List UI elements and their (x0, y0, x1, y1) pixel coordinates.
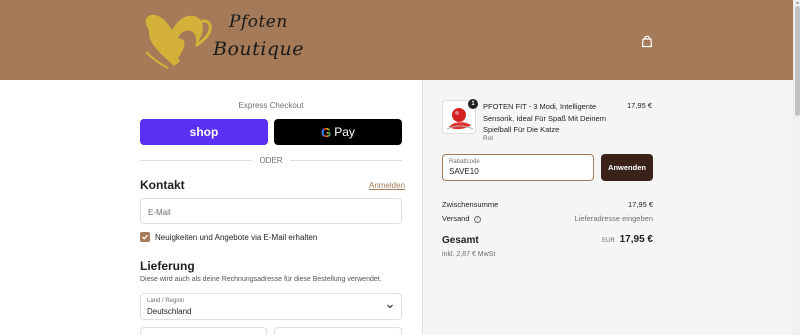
total-label: Gesamt (442, 235, 479, 246)
checkmark-icon (142, 234, 148, 240)
scrollbar-thumb[interactable] (795, 6, 800, 116)
express-checkout-label: Express Checkout (238, 101, 304, 110)
google-pay-label: Pay (334, 125, 355, 139)
product-price: 17,95 € (626, 101, 652, 110)
shopping-bag-icon[interactable] (640, 34, 654, 48)
site-header: Pfoten Boutique (0, 0, 793, 80)
help-icon[interactable]: ? (473, 215, 481, 223)
subtotal-label: Zwischensumme (442, 200, 499, 209)
total-value: 17,95 € (619, 234, 653, 245)
last-name-field[interactable] (274, 327, 402, 335)
apply-discount-button[interactable]: Anwenden (601, 154, 653, 181)
page-scrollbar[interactable] (793, 0, 800, 335)
delivery-heading: Lieferung (140, 259, 195, 273)
chevron-down-icon (387, 304, 393, 309)
contact-heading: Kontakt (140, 178, 185, 192)
logo-text-line2: Boutique (213, 38, 304, 60)
scroll-up-arrow-icon[interactable] (795, 0, 800, 5)
checkout-form: Express Checkout shop G Pay ODER Kontakt… (0, 80, 422, 335)
google-pay-button[interactable]: G Pay (274, 119, 402, 145)
shipping-value: Lieferadresse eingeben (574, 214, 653, 223)
or-divider-label: ODER (259, 156, 283, 165)
country-select-label: Land / Region (147, 298, 185, 304)
total-currency: EUR (602, 238, 615, 244)
delivery-hint: Diese wird auch als deine Rechnungsadres… (140, 276, 382, 283)
newsletter-checkbox[interactable] (140, 232, 150, 242)
google-g-icon: G (321, 124, 332, 140)
shipping-row: Versand ? (442, 214, 481, 223)
discount-code-field[interactable]: Rabattcode SAVE10 (442, 154, 594, 181)
logo-text-line1: Pfoten (229, 12, 288, 32)
discount-code-value: SAVE10 (449, 167, 479, 176)
first-name-field[interactable] (140, 327, 267, 335)
country-select[interactable]: Land / Region Deutschland (140, 293, 402, 320)
product-variant: Rot (483, 135, 494, 142)
subtotal-value: 17,95 € (627, 200, 653, 209)
shipping-label: Versand (442, 214, 470, 223)
tax-note: inkl. 2,87 € MwSt (442, 251, 496, 258)
email-field[interactable]: E-Mail (140, 198, 402, 224)
product-title: PFOTEN FIT - 3 Modi, Intelligente Sensor… (483, 102, 606, 134)
country-select-value: Deutschland (147, 307, 192, 316)
quantity-badge: 1 (468, 99, 478, 109)
store-logo[interactable]: Pfoten Boutique (138, 8, 304, 74)
shop-pay-button[interactable]: shop (140, 119, 268, 145)
discount-code-label: Rabattcode (449, 159, 480, 165)
login-link[interactable]: Anmelden (369, 181, 405, 190)
newsletter-label: Neuigkeiten und Angebote via E-Mail erha… (155, 233, 318, 242)
email-placeholder: E-Mail (148, 208, 171, 217)
